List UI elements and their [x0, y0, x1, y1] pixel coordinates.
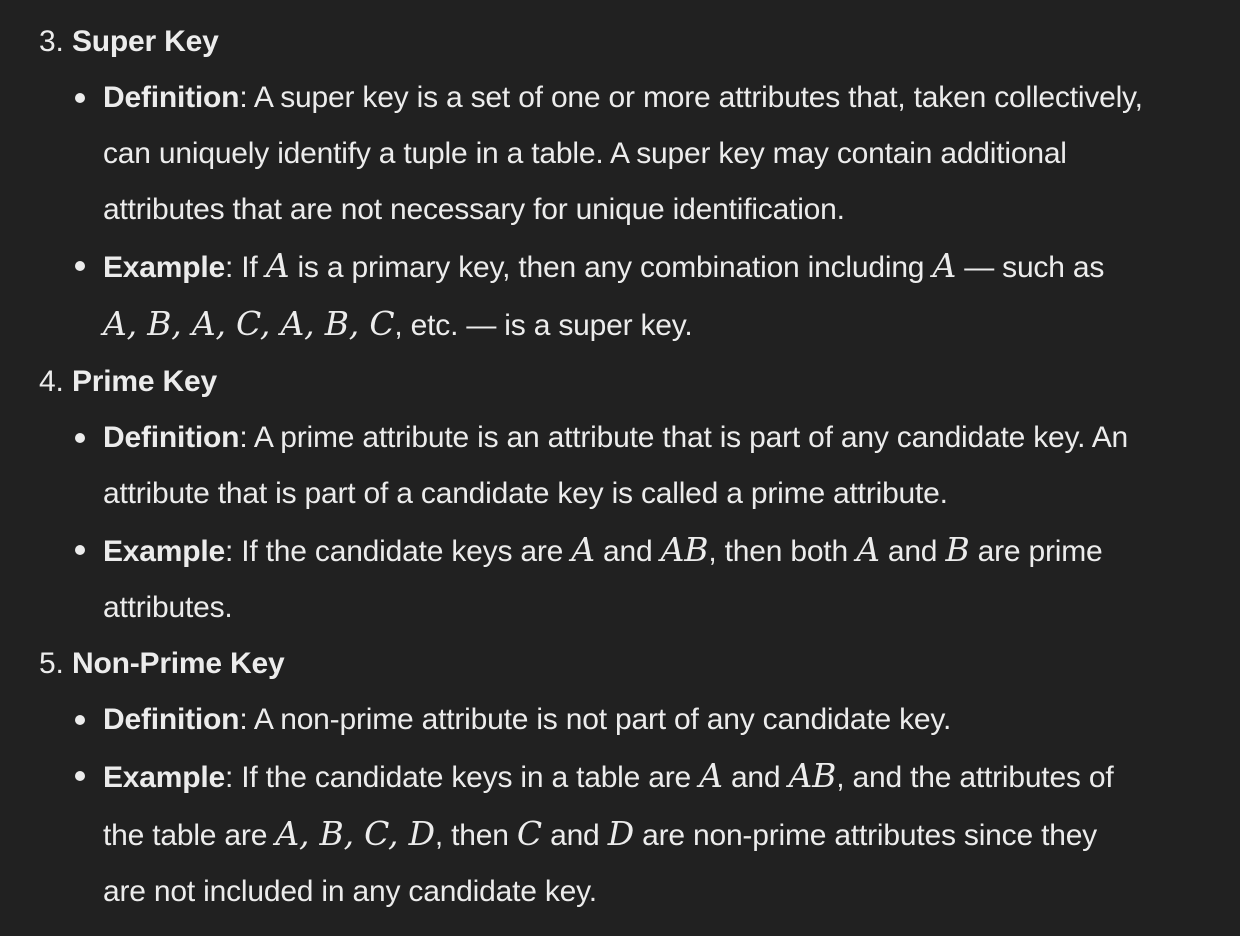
math-expression: A: [699, 756, 723, 795]
example-text: are prime: [969, 535, 1103, 568]
definition-text: attributes that are not necessary for un…: [103, 193, 845, 226]
example-text: are non-prime attributes since they: [633, 819, 1097, 852]
bullet-definition: Definition: A super key is a set of one …: [75, 70, 1240, 238]
math-expression: A: [932, 246, 957, 285]
list-item-number: 5.: [39, 647, 64, 680]
example-text: and: [722, 761, 789, 794]
example-text: : If the candidate keys are: [225, 535, 572, 568]
definition-text: can uniquely identify a tuple in a table…: [103, 137, 1067, 170]
math-expression: AB: [788, 756, 837, 795]
bullet-list: Definition: A prime attribute is an attr…: [72, 410, 1240, 636]
list-item-super-key: 3. Super Key Definition: A super key is …: [0, 14, 1240, 354]
bullet-definition: Definition: A non-prime attribute is not…: [75, 692, 1240, 748]
definition-text: attribute that is part of a candidate ke…: [103, 477, 948, 510]
bullet-dot-icon: [75, 93, 85, 103]
math-expression: A: [571, 530, 595, 569]
math-expression: A, B, C, D: [275, 814, 435, 853]
list-item-title: Super Key: [72, 25, 219, 58]
bullet-example: Example: If A is a primary key, then any…: [75, 238, 1240, 354]
example-text: and: [594, 535, 661, 568]
list-item-title: Non-Prime Key: [72, 647, 285, 680]
math-expression: A, B, A, C, A, B, C: [103, 304, 395, 343]
example-label: Example: [103, 535, 225, 568]
bullet-dot-icon: [75, 433, 85, 443]
example-text: , then both: [708, 535, 857, 568]
example-text: attributes.: [103, 591, 233, 624]
example-text: , and the attributes of: [836, 761, 1114, 794]
bullet-dot-icon: [75, 545, 85, 555]
list-item-non-prime-key: 5. Non-Prime Key Definition: A non-prime…: [0, 636, 1240, 920]
example-text: are not included in any candidate key.: [103, 875, 597, 908]
definition-text: : A non-prime attribute is not part of a…: [239, 703, 952, 736]
example-label: Example: [103, 761, 225, 794]
definition-label: Definition: [103, 81, 240, 114]
list-item-number: 3.: [39, 25, 64, 58]
definition-label: Definition: [103, 703, 240, 736]
math-expression: A: [856, 530, 880, 569]
bullet-dot-icon: [75, 771, 85, 781]
math-expression: D: [607, 814, 634, 853]
example-text: : If the candidate keys in a table are: [225, 761, 700, 794]
example-label: Example: [103, 251, 225, 284]
example-text: and: [879, 535, 946, 568]
definition-text: : A prime attribute is an attribute that…: [239, 421, 1129, 454]
example-text: — such as: [956, 251, 1105, 284]
math-expression: C: [516, 814, 542, 853]
bullet-example: Example: If the candidate keys in a tabl…: [75, 748, 1240, 920]
math-expression: B: [945, 530, 970, 569]
message-content: 3. Super Key Definition: A super key is …: [0, 14, 1240, 920]
bullet-dot-icon: [75, 261, 85, 271]
bullet-definition: Definition: A prime attribute is an attr…: [75, 410, 1240, 522]
definition-label: Definition: [103, 421, 240, 454]
bullet-dot-icon: [75, 715, 85, 725]
math-expression: A: [265, 246, 290, 285]
math-expression: AB: [660, 530, 709, 569]
bullet-list: Definition: A super key is a set of one …: [72, 70, 1240, 354]
example-text: , etc. — is a super key.: [394, 309, 693, 342]
list-item-title: Prime Key: [72, 365, 217, 398]
example-text: the table are: [103, 819, 276, 852]
example-text: : If: [225, 251, 266, 284]
example-text: and: [541, 819, 608, 852]
definition-text: : A super key is a set of one or more at…: [239, 81, 1143, 114]
bullet-example: Example: If the candidate keys are A and…: [75, 522, 1240, 636]
list-item-number: 4.: [39, 365, 64, 398]
bullet-list: Definition: A non-prime attribute is not…: [72, 692, 1240, 920]
example-text: is a primary key, then any combination i…: [289, 251, 933, 284]
list-item-prime-key: 4. Prime Key Definition: A prime attribu…: [0, 354, 1240, 636]
example-text: , then: [434, 819, 517, 852]
